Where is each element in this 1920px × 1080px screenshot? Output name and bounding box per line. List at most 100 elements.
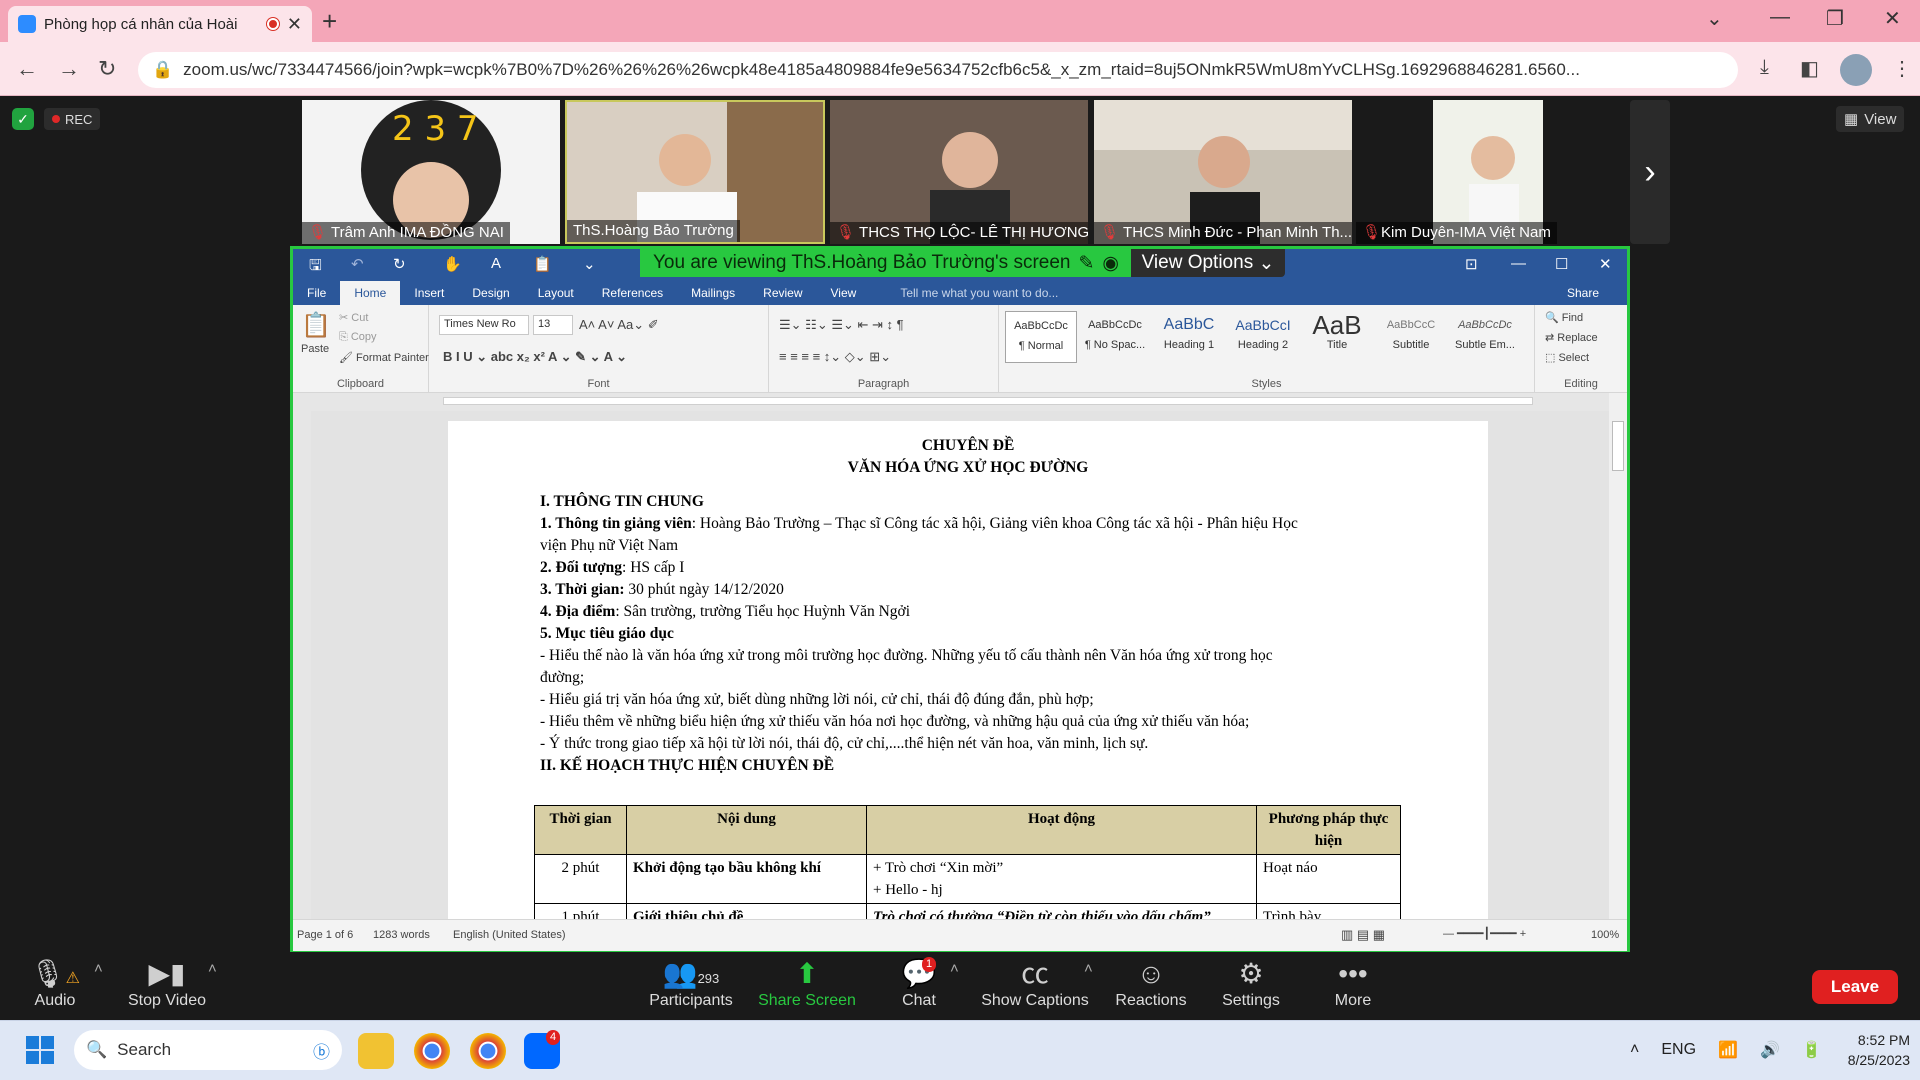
replace-button[interactable]: ⇄ Replace bbox=[1545, 331, 1598, 344]
word-count[interactable]: 1283 words bbox=[373, 929, 430, 941]
leave-button[interactable]: Leave bbox=[1812, 970, 1898, 1004]
style-heading-2[interactable]: AaBbCcI Heading 2 bbox=[1227, 311, 1299, 363]
new-tab-button[interactable]: + bbox=[322, 6, 337, 37]
file-explorer-icon[interactable] bbox=[358, 1033, 394, 1069]
language-indicator[interactable]: ENG bbox=[1661, 1041, 1696, 1059]
participant-tile-active-speaker[interactable]: ThS.Hoàng Bảo Trường bbox=[565, 100, 825, 244]
settings-button[interactable]: ⚙ Settings bbox=[1196, 956, 1306, 1010]
stop-video-button[interactable]: ▶︎▮ Stop Video bbox=[112, 956, 222, 1010]
show-captions-button[interactable]: ㏄ Show Captions bbox=[980, 956, 1090, 1010]
chat-options-chevron-icon[interactable]: ˄ bbox=[950, 960, 959, 977]
undo-icon[interactable]: ↶ bbox=[351, 255, 364, 273]
zoom-slider[interactable]: — ━━━━┃━━━━ + bbox=[1443, 927, 1526, 940]
download-icon[interactable]: ⤓ bbox=[1760, 56, 1769, 79]
share-button[interactable]: Share bbox=[1553, 286, 1613, 300]
share-screen-button[interactable]: ⬆ Share Screen bbox=[752, 956, 862, 1010]
touch-mode-icon[interactable]: ✋ bbox=[443, 255, 462, 273]
view-options-button[interactable]: View Options ⌄ bbox=[1131, 249, 1285, 277]
volume-icon[interactable]: 🔊 bbox=[1760, 1040, 1780, 1060]
tab-insert[interactable]: Insert bbox=[400, 286, 458, 300]
word-minimize-button[interactable]: — bbox=[1511, 255, 1526, 272]
minimize-button[interactable]: — bbox=[1770, 6, 1790, 29]
align-buttons-icon[interactable]: ≡ ≡ ≡ ≡ ↕⌄ ◇⌄ ⊞⌄ bbox=[779, 349, 891, 365]
style-no-spacing[interactable]: AaBbCcDc ¶ No Spac... bbox=[1079, 311, 1151, 363]
sidebar-icon[interactable]: ◧ bbox=[1800, 56, 1819, 81]
tab-mailings[interactable]: Mailings bbox=[677, 286, 749, 300]
menu-icon[interactable]: ⋮ bbox=[1892, 56, 1912, 81]
participant-tile[interactable]: 🎙 THCS Minh Đức - Phan Minh Th... bbox=[1094, 100, 1352, 244]
style-heading-1[interactable]: AaBbC Heading 1 bbox=[1153, 311, 1225, 363]
participant-tile[interactable]: 🎙 THCS THỌ LỘC- LÊ THỊ HƯƠNG... bbox=[830, 100, 1088, 244]
copy-button[interactable]: ⎘ Copy bbox=[339, 331, 377, 344]
maximize-button[interactable]: ❐ bbox=[1826, 6, 1844, 31]
ribbon-display-icon[interactable]: ⊡ bbox=[1465, 255, 1478, 273]
find-button[interactable]: 🔍 Find bbox=[1545, 311, 1583, 324]
document-page[interactable]: CHUYÊN ĐỀ VĂN HÓA ỨNG XỬ HỌC ĐƯỜNG I. TH… bbox=[448, 421, 1488, 919]
language-status[interactable]: English (United States) bbox=[453, 929, 566, 941]
page-count[interactable]: Page 1 of 6 bbox=[297, 929, 353, 941]
tab-design[interactable]: Design bbox=[458, 286, 523, 300]
next-page-chevron-icon[interactable]: › bbox=[1630, 100, 1670, 244]
participants-button[interactable]: 👥293 Participants bbox=[636, 956, 746, 1010]
scrollbar-thumb[interactable] bbox=[1612, 421, 1624, 471]
zoom-level[interactable]: 100% bbox=[1591, 929, 1619, 941]
tray-chevron-icon[interactable]: ˄ bbox=[1630, 1041, 1639, 1059]
chrome-profile-icon[interactable] bbox=[470, 1033, 506, 1069]
back-icon[interactable]: ← bbox=[16, 56, 38, 82]
taskbar-search[interactable]: 🔍 Search ⓑ bbox=[74, 1030, 342, 1070]
reactions-button[interactable]: ☺ Reactions bbox=[1096, 956, 1206, 1010]
tab-layout[interactable]: Layout bbox=[524, 286, 588, 300]
font-color-icon[interactable]: A bbox=[491, 255, 501, 272]
muted-mic-icon: 🎙 bbox=[1100, 224, 1120, 241]
tab-view[interactable]: View bbox=[817, 286, 871, 300]
style-normal[interactable]: AaBbCcDc ¶ Normal bbox=[1005, 311, 1077, 363]
style-subtle-emphasis[interactable]: AaBbCcDc Subtle Em... bbox=[1449, 311, 1521, 363]
font-format-buttons-icon[interactable]: B I U ⌄ abc x₂ x² A ⌄ ✎ ⌄ A ⌄ bbox=[443, 349, 627, 365]
tab-search-icon[interactable]: ⌄ bbox=[1706, 6, 1723, 31]
select-button[interactable]: ⬚ Select bbox=[1545, 351, 1589, 364]
font-size-select[interactable]: 13 bbox=[533, 315, 573, 335]
view-button[interactable]: ▦ View bbox=[1836, 106, 1905, 132]
chrome-icon[interactable] bbox=[414, 1033, 450, 1069]
paste-button[interactable]: Paste bbox=[301, 343, 329, 355]
profile-avatar[interactable] bbox=[1840, 54, 1872, 86]
browser-tab[interactable]: Phòng họp cá nhân của Hoài ✕ bbox=[8, 6, 312, 42]
audio-options-chevron-icon[interactable]: ˄ bbox=[94, 960, 103, 977]
tell-me-input[interactable]: Tell me what you want to do... bbox=[870, 286, 1072, 300]
tab-file[interactable]: File bbox=[293, 286, 340, 300]
customize-qat-icon[interactable]: ⌄ bbox=[583, 255, 596, 273]
participant-tile[interactable]: 2 3 7 🎙 Trâm Anh IMA ĐỒNG NAI bbox=[302, 100, 560, 244]
paste-quick-icon[interactable]: 📋 bbox=[533, 255, 552, 273]
vertical-scrollbar[interactable] bbox=[1609, 393, 1627, 919]
video-options-chevron-icon[interactable]: ˄ bbox=[208, 960, 217, 977]
forward-icon[interactable]: → bbox=[58, 56, 80, 82]
font-name-select[interactable]: Times New Ro bbox=[439, 315, 529, 335]
list-buttons-icon[interactable]: ☰⌄ ☷⌄ ☰⌄ ⇤ ⇥ ↕ ¶ bbox=[779, 317, 904, 333]
windows-start-icon[interactable] bbox=[26, 1036, 54, 1064]
tab-review[interactable]: Review bbox=[749, 286, 816, 300]
font-grow-shrink-icon[interactable]: A˄ A˅ Aa⌄ ✐ bbox=[579, 317, 659, 333]
reload-icon[interactable]: ↻ bbox=[98, 56, 116, 82]
save-icon[interactable]: 🖫 bbox=[309, 255, 322, 280]
wifi-icon[interactable]: 📶 bbox=[1718, 1040, 1738, 1060]
paste-icon[interactable]: 📋 bbox=[301, 311, 331, 340]
tab-home[interactable]: Home bbox=[340, 281, 401, 305]
captions-options-chevron-icon[interactable]: ˄ bbox=[1084, 960, 1093, 977]
ruler-scale[interactable] bbox=[443, 397, 1533, 405]
format-painter-button[interactable]: 🖌 Format Painter bbox=[339, 351, 429, 364]
recording-badge[interactable]: REC bbox=[44, 108, 101, 130]
address-bar[interactable]: 🔒 zoom.us/wc/7334474566/join?wpk=wcpk%7B… bbox=[138, 52, 1738, 88]
more-button[interactable]: ••• More bbox=[1298, 956, 1408, 1010]
close-window-button[interactable]: ✕ bbox=[1884, 6, 1901, 31]
view-mode-icons[interactable]: ▥ ▤ ▦ bbox=[1341, 927, 1385, 943]
style-title[interactable]: AaB Title bbox=[1301, 311, 1373, 363]
close-tab-icon[interactable]: ✕ bbox=[287, 14, 302, 35]
word-maximize-button[interactable]: ☐ bbox=[1555, 255, 1568, 273]
clock[interactable]: 8:52 PM 8/25/2023 bbox=[1810, 1030, 1910, 1070]
word-close-button[interactable]: ✕ bbox=[1599, 255, 1612, 273]
shield-icon[interactable]: ✓ bbox=[12, 108, 34, 130]
tab-references[interactable]: References bbox=[588, 286, 677, 300]
redo-icon[interactable]: ↻ bbox=[393, 255, 406, 273]
cut-button[interactable]: ✂ Cut bbox=[339, 311, 368, 324]
style-subtitle[interactable]: AaBbCcC Subtitle bbox=[1375, 311, 1447, 363]
